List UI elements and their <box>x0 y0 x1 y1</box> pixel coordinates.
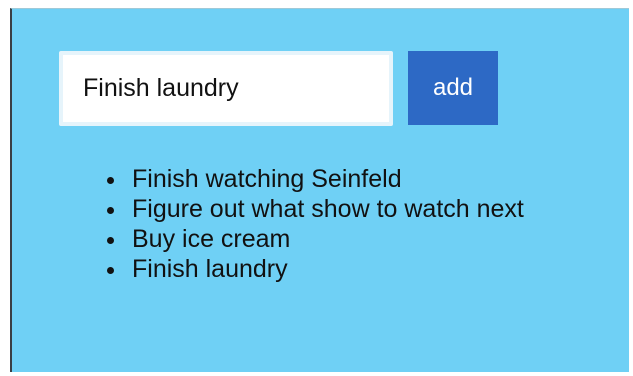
todo-item: Figure out what show to watch next <box>128 194 524 224</box>
todo-input[interactable] <box>59 51 393 126</box>
add-button[interactable]: add <box>408 51 498 125</box>
todo-item: Finish watching Seinfeld <box>128 164 524 194</box>
todo-item: Finish laundry <box>128 254 524 284</box>
todo-app-panel: add Finish watching Seinfeld Figure out … <box>10 8 629 372</box>
todo-item: Buy ice cream <box>128 224 524 254</box>
todo-list: Finish watching Seinfeld Figure out what… <box>78 164 524 284</box>
